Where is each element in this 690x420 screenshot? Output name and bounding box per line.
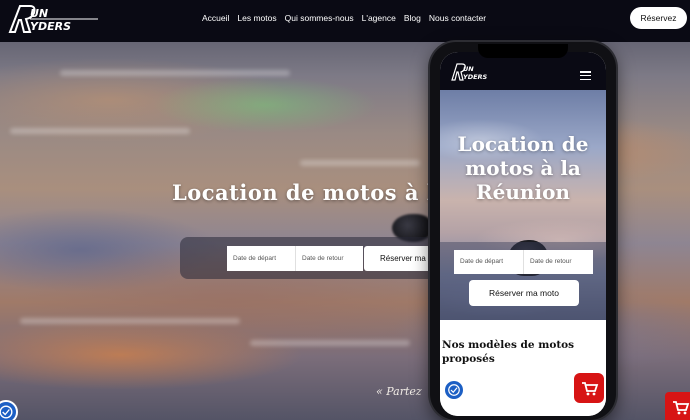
site-header: UN YDERS Accueil Les motos Qui sommes-no… xyxy=(0,0,690,42)
nav-item-qui-sommes-nous[interactable]: Qui sommes-nous xyxy=(285,13,354,23)
start-date-field[interactable]: Date de départ xyxy=(227,246,295,271)
phone-notch xyxy=(478,44,568,58)
motion-streak xyxy=(250,340,410,346)
main-nav: Accueil Les motos Qui sommes-nous L'agen… xyxy=(202,13,494,23)
motion-streak xyxy=(10,128,190,134)
models-section-title: Nos modèles de motos proposés xyxy=(442,339,575,365)
hamburger-menu-icon[interactable] xyxy=(580,71,591,81)
svg-text:YDERS: YDERS xyxy=(30,20,71,33)
svg-text:UN: UN xyxy=(30,7,48,20)
mobile-hero-title: Location de motos à la Réunion xyxy=(457,132,589,204)
site-logo[interactable]: UN YDERS xyxy=(6,2,102,36)
accessibility-icon[interactable] xyxy=(0,400,18,420)
phone-screen: UN YDERS Location de motos à la Réunion … xyxy=(440,52,606,416)
hero-title: Location de motos à la xyxy=(172,180,450,205)
motion-streak xyxy=(20,318,240,324)
nav-item-blog[interactable]: Blog xyxy=(404,13,421,23)
mobile-accessibility-icon[interactable] xyxy=(443,379,465,401)
motion-streak xyxy=(300,160,420,166)
reserve-button[interactable]: Réservez xyxy=(630,7,687,29)
mobile-shopping-cart-icon[interactable] xyxy=(574,373,604,403)
mobile-book-motorcycle-button[interactable]: Réserver ma moto xyxy=(469,280,579,306)
end-date-field[interactable]: Date de retour xyxy=(295,246,363,271)
svg-text:YDERS: YDERS xyxy=(463,73,488,81)
mobile-end-date-field[interactable]: Date de retour xyxy=(523,250,593,274)
nav-item-contact[interactable]: Nous contacter xyxy=(429,13,486,23)
nav-item-les-motos[interactable]: Les motos xyxy=(237,13,276,23)
mobile-site-logo[interactable]: UN YDERS xyxy=(450,62,500,82)
nav-item-accueil[interactable]: Accueil xyxy=(202,13,229,23)
shopping-cart-icon[interactable] xyxy=(665,392,690,420)
mobile-start-date-field[interactable]: Date de départ xyxy=(454,250,523,274)
nav-item-agence[interactable]: L'agence xyxy=(362,13,396,23)
hero-tagline: « Partez xyxy=(376,385,422,398)
svg-text:UN: UN xyxy=(463,65,474,73)
motion-streak xyxy=(60,70,290,76)
